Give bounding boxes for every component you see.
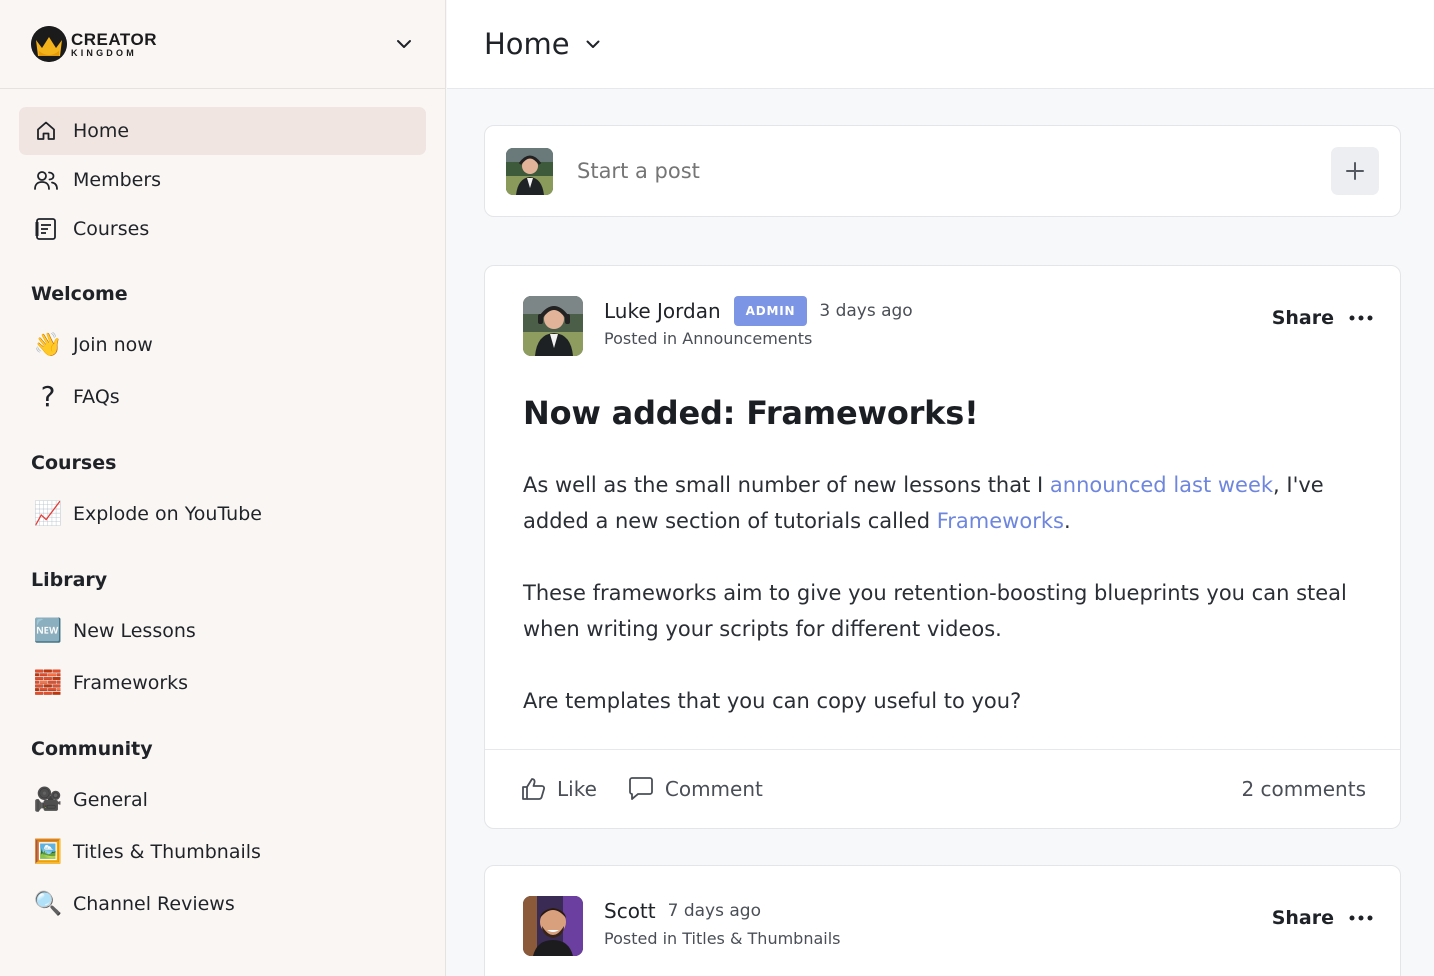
sidebar: CREATOR KINGDOM Home Members Courses Wel… xyxy=(0,0,446,976)
post-body: As well as the small number of new lesso… xyxy=(485,432,1400,719)
courses-icon xyxy=(33,216,59,242)
chevron-down-icon[interactable] xyxy=(394,34,414,54)
section-title-library: Library xyxy=(31,569,108,591)
framed-picture-icon: 🖼️ xyxy=(33,839,63,865)
chevron-down-icon[interactable] xyxy=(584,35,602,53)
sidebar-item-join-now[interactable]: 👋 Join now xyxy=(19,319,426,370)
section-title-welcome: Welcome xyxy=(31,283,128,305)
brick-icon: 🧱 xyxy=(33,670,63,696)
sidebar-item-members[interactable]: Members xyxy=(19,156,426,204)
page-title[interactable]: Home xyxy=(484,27,570,61)
start-post-input[interactable] xyxy=(577,159,1307,183)
posted-in: Posted in Announcements xyxy=(604,329,913,348)
comment-icon xyxy=(628,777,653,800)
sidebar-item-new-lessons[interactable]: 🆕 New Lessons xyxy=(19,605,426,656)
plus-icon xyxy=(1346,162,1364,180)
sidebar-item-label: Channel Reviews xyxy=(73,892,235,915)
post-card: Scott 7 days ago Posted in Titles & Thum… xyxy=(484,865,1401,976)
post-paragraph: As well as the small number of new lesso… xyxy=(523,467,1362,539)
post-author[interactable]: Luke Jordan xyxy=(604,299,721,323)
question-mark-icon: ? xyxy=(40,380,56,413)
section-title-courses: Courses xyxy=(31,452,117,474)
avatar[interactable] xyxy=(523,896,583,956)
sidebar-item-home[interactable]: Home xyxy=(19,107,426,155)
sidebar-item-channel-reviews[interactable]: 🔍 Channel Reviews xyxy=(19,878,426,929)
post-title[interactable]: Now added: Frameworks! xyxy=(485,356,1400,432)
brand-name-bottom: KINGDOM xyxy=(71,47,137,58)
sidebar-nav: Home Members Courses Welcome 👋 Join now … xyxy=(0,89,445,929)
sidebar-item-label: Members xyxy=(73,169,162,191)
sidebar-item-label: Courses xyxy=(73,218,150,240)
like-button[interactable]: Like xyxy=(521,776,597,802)
post-timestamp[interactable]: 7 days ago xyxy=(668,901,761,921)
sidebar-item-label: Join now xyxy=(73,333,153,356)
brand-logo[interactable]: CREATOR KINGDOM xyxy=(31,26,157,62)
new-badge-icon: 🆕 xyxy=(33,618,63,644)
sidebar-item-label: New Lessons xyxy=(73,619,196,642)
share-button[interactable]: Share xyxy=(1272,307,1334,329)
magnifying-glass-icon: 🔍 xyxy=(33,891,63,917)
section-title-community: Community xyxy=(31,738,153,760)
community-switcher[interactable]: CREATOR KINGDOM xyxy=(0,0,445,89)
more-options-icon[interactable] xyxy=(1348,908,1374,928)
more-options-icon[interactable] xyxy=(1348,308,1374,328)
avatar xyxy=(506,147,553,195)
comments-count[interactable]: 2 comments xyxy=(1241,777,1366,801)
post-actions: Like Comment 2 comments xyxy=(485,750,1400,828)
post-paragraph: Are templates that you can copy useful t… xyxy=(523,689,1022,713)
post-author[interactable]: Scott xyxy=(604,899,656,923)
top-bar: Home xyxy=(447,0,1434,89)
post-paragraph: These frameworks aim to give you retenti… xyxy=(523,581,1347,641)
avatar[interactable] xyxy=(523,296,583,356)
like-label: Like xyxy=(557,777,597,801)
sidebar-item-explode-on-youtube[interactable]: 📈 Explode on YouTube xyxy=(19,488,426,539)
share-button[interactable]: Share xyxy=(1272,907,1334,929)
post-card: Luke Jordan ADMIN 3 days ago Posted in A… xyxy=(484,265,1401,829)
post-text: . xyxy=(1063,509,1071,533)
post-composer[interactable] xyxy=(484,125,1401,217)
chart-increasing-icon: 📈 xyxy=(33,501,63,527)
admin-badge: ADMIN xyxy=(733,296,808,326)
post-text: As well as the small number of new lesso… xyxy=(523,473,1050,497)
sidebar-item-label: Home xyxy=(73,120,130,142)
movie-camera-icon: 🎥 xyxy=(33,787,63,813)
comment-label: Comment xyxy=(664,777,763,801)
sidebar-item-frameworks[interactable]: 🧱 Frameworks xyxy=(19,657,426,708)
members-icon xyxy=(33,167,59,193)
post-space-link[interactable]: Announcements xyxy=(682,329,812,348)
brand-name-top: CREATOR xyxy=(71,29,157,49)
sidebar-item-faqs[interactable]: ? FAQs xyxy=(19,371,426,422)
sidebar-item-courses[interactable]: Courses xyxy=(19,205,426,253)
posted-in-prefix: Posted in xyxy=(604,329,678,348)
feed: Luke Jordan ADMIN 3 days ago Posted in A… xyxy=(484,125,1401,976)
sidebar-item-label: Titles & Thumbnails xyxy=(73,840,261,863)
frameworks-link[interactable]: Frameworks xyxy=(937,509,1064,533)
thumbs-up-icon xyxy=(522,778,546,800)
comment-button[interactable]: Comment xyxy=(627,776,763,802)
home-icon xyxy=(33,118,59,144)
sidebar-item-label: Frameworks xyxy=(73,671,189,694)
sidebar-item-label: Explode on YouTube xyxy=(73,502,262,525)
announced-last-week-link[interactable]: announced last week xyxy=(1050,473,1273,497)
crown-logo-icon xyxy=(31,26,67,62)
sidebar-item-label: General xyxy=(73,788,148,811)
sidebar-item-label: FAQs xyxy=(73,385,120,408)
new-post-button[interactable] xyxy=(1331,147,1379,195)
post-space-link[interactable]: Titles & Thumbnails xyxy=(682,929,840,948)
waving-hand-icon: 👋 xyxy=(33,332,63,358)
sidebar-item-titles-thumbnails[interactable]: 🖼️ Titles & Thumbnails xyxy=(19,826,426,877)
post-timestamp[interactable]: 3 days ago xyxy=(819,301,912,321)
posted-in: Posted in Titles & Thumbnails xyxy=(604,929,841,948)
posted-in-prefix: Posted in xyxy=(604,929,678,948)
sidebar-item-general[interactable]: 🎥 General xyxy=(19,774,426,825)
